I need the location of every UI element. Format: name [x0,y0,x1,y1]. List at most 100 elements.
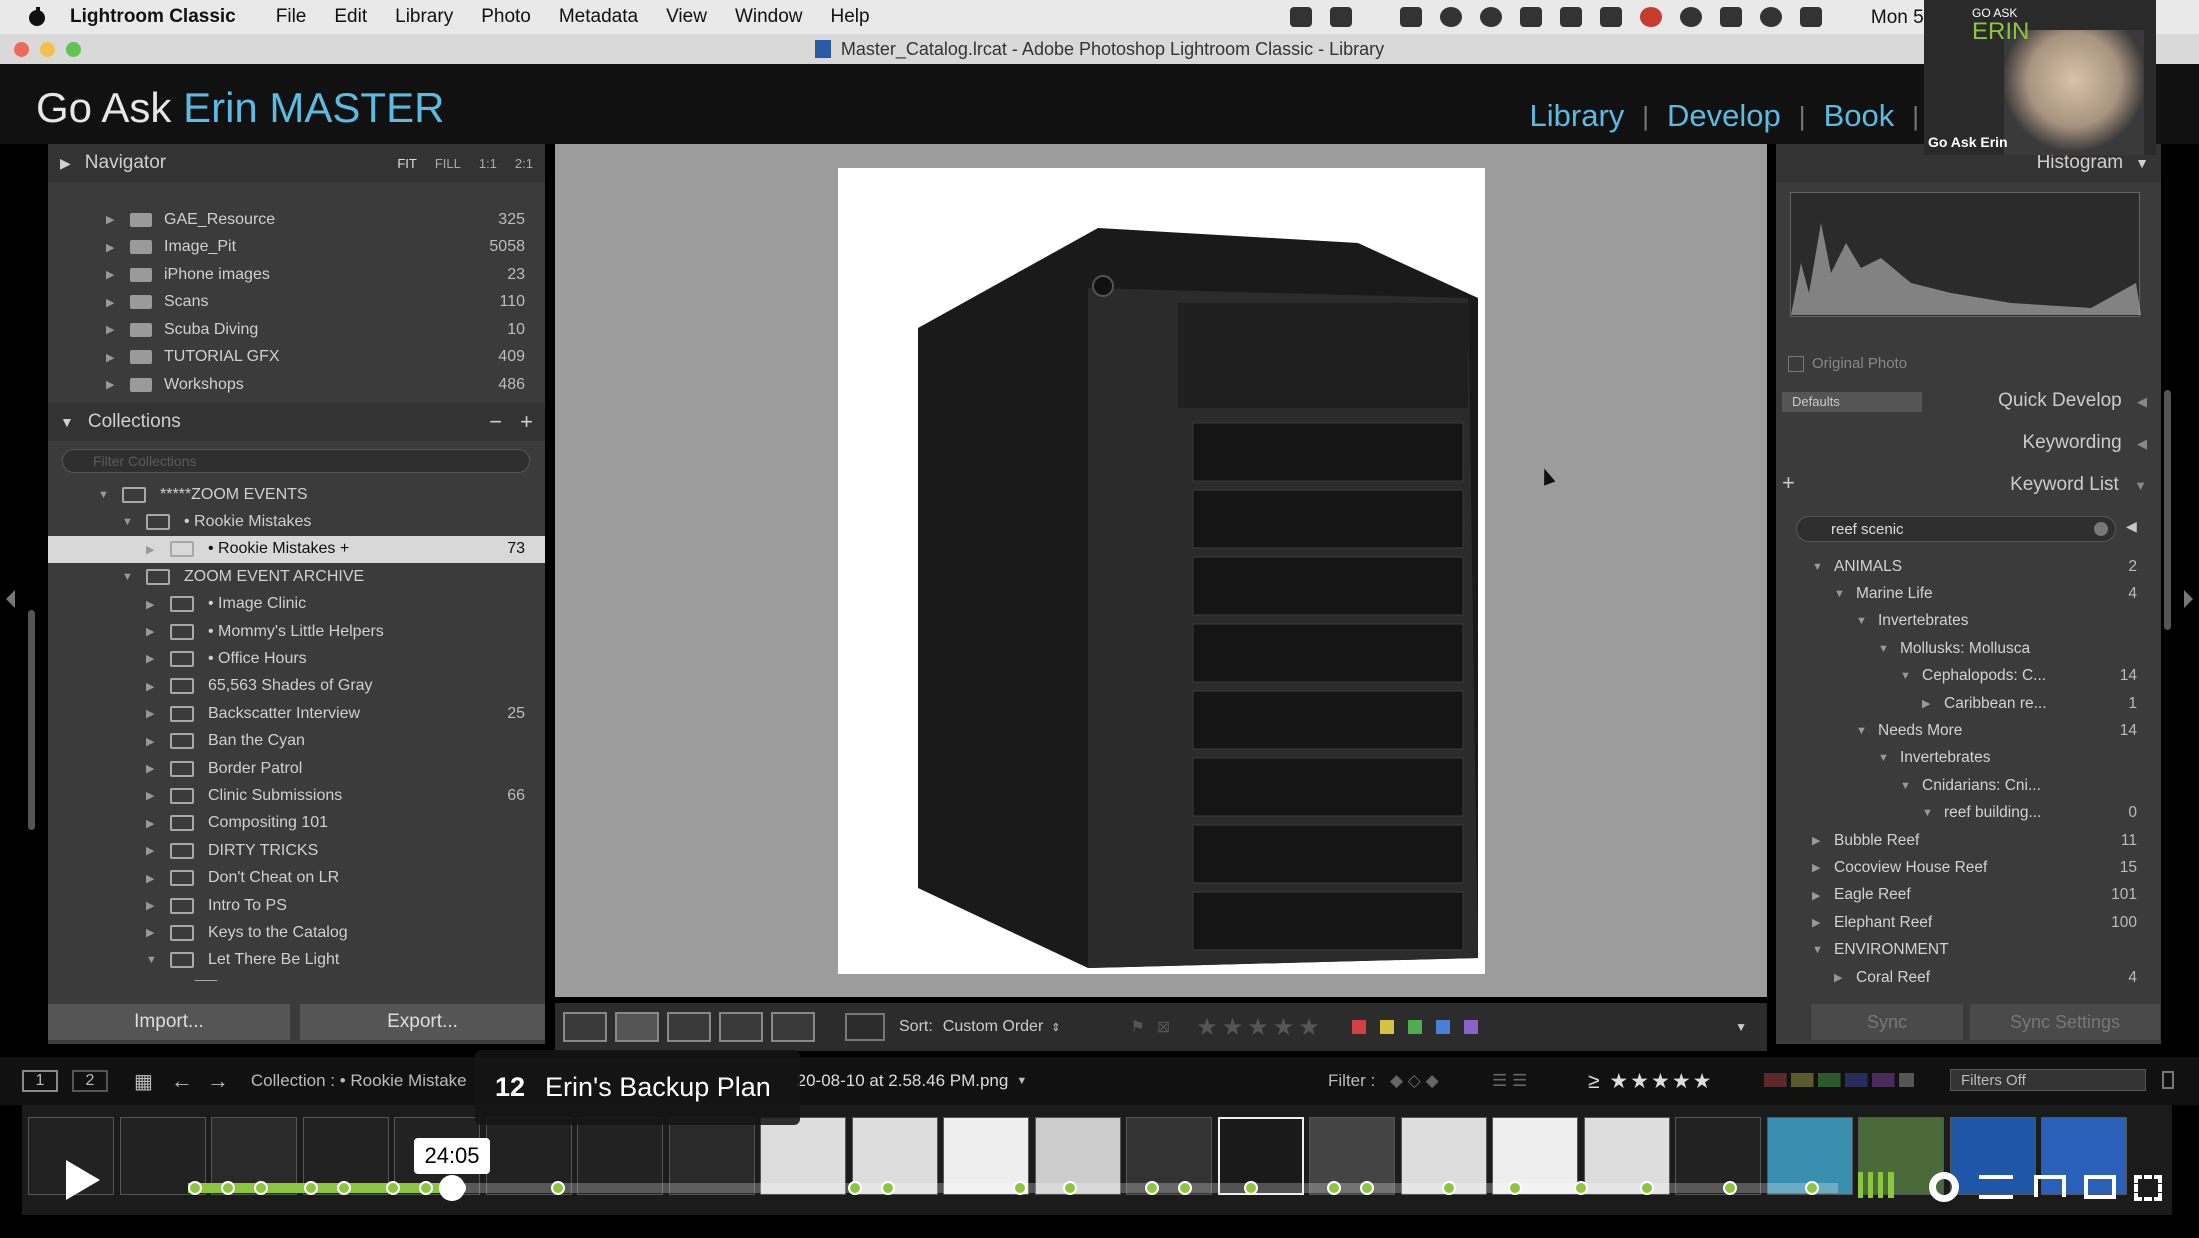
disclosure-triangle-icon[interactable]: ▼ [122,571,133,583]
filters-off-dropdown[interactable]: Filters Off [1950,1069,2146,1091]
disclosure-triangle-icon[interactable]: ▶ [1812,861,1820,874]
menu-metadata[interactable]: Metadata [559,6,638,28]
collection-row[interactable]: ▶ Don't Cheat on LR [48,865,545,892]
collection-row[interactable]: ▶ • Mommy's Little Helpers [48,618,545,645]
filename-chevron-icon[interactable]: ▼ [1016,1075,1027,1087]
folder-row[interactable]: ▶ Workshops 486 [48,371,545,398]
sort-dropdown[interactable]: Custom Order [943,1018,1043,1036]
disclosure-triangle-icon[interactable]: ▶ [106,296,114,309]
disclosure-triangle-icon[interactable]: ▼ [98,489,109,501]
disclosure-triangle-icon[interactable]: ▼ [1878,643,1889,655]
keyword-row[interactable]: ▶ Elephant Reef 100 [1776,909,2161,936]
forward-arrow-icon[interactable]: → [207,1068,229,1094]
disclosure-triangle-icon[interactable]: ▼ [1856,615,1867,627]
defaults-dropdown[interactable]: Defaults [1782,392,1922,412]
airplay-icon[interactable] [2034,1175,2066,1197]
disclosure-triangle-icon[interactable]: ▶ [146,598,154,611]
import-button[interactable]: Import... [48,1004,290,1040]
record-icon[interactable] [1640,7,1662,27]
chapter-marker[interactable] [1359,1181,1374,1195]
keyword-row[interactable]: ▼ Needs More 14 [1776,717,2161,744]
disclosure-triangle-icon[interactable]: ▼ [1900,780,1911,792]
menu-app-name[interactable]: Lightroom Classic [70,6,236,28]
folder-row[interactable]: ▶ GAE_Resource 325 [48,206,545,233]
module-library[interactable]: Library [1530,98,1625,134]
folder-row[interactable]: ▶ Scans 110 [48,289,545,316]
keyword-row[interactable]: ▶ Caribbean re... 1 [1776,690,2161,717]
disclosure-triangle-icon[interactable]: ▼ [1856,725,1867,737]
chapter-marker[interactable] [551,1181,565,1195]
disclosure-triangle-icon[interactable]: ▶ [146,872,154,885]
grid-icon[interactable]: ▦ [134,1069,153,1094]
screen-record-icon[interactable] [1400,7,1422,27]
zoom-2-1[interactable]: 2:1 [515,156,533,171]
chapter-marker[interactable] [1640,1181,1654,1195]
flag-filter-icons[interactable]: ◆ ◇ ◆ [1390,1071,1439,1091]
collection-row[interactable]: ▶ Clinic Submissions 66 [48,782,545,809]
collection-row[interactable]: ▼ ZOOM EVENT ARCHIVE [48,563,545,590]
disclosure-triangle-icon[interactable]: ▼ [1922,807,1933,819]
chapter-marker[interactable] [336,1181,351,1195]
disclosure-triangle-icon[interactable]: ▶ [146,899,154,912]
secondary-display-2-button[interactable]: 2 [72,1070,108,1092]
add-keyword-icon[interactable]: + [1782,470,1795,496]
add-collection-icon[interactable]: + [520,409,533,435]
fullscreen-icon[interactable] [2134,1175,2162,1201]
disclosure-triangle-icon[interactable]: ▼ [1812,944,1823,956]
menu-window[interactable]: Window [735,6,803,28]
folder-row[interactable]: ▶ iPhone images 23 [48,261,545,288]
wifi-icon[interactable] [1760,7,1782,27]
chapter-marker[interactable] [419,1181,433,1195]
collection-row-selected[interactable]: ▶ • Rookie Mistakes + 73 [48,535,545,563]
minimize-window-button[interactable] [40,42,55,57]
collection-row[interactable]: ▶ 65,563 Shades of Gray [48,673,545,700]
chapter-marker[interactable] [1326,1181,1341,1195]
rating-filter[interactable]: ≥ ★★★★★ [1588,1069,1714,1094]
chapter-marker[interactable] [221,1181,235,1195]
module-develop[interactable]: Develop [1667,98,1781,134]
collection-row[interactable]: ▶ Border Patrol [48,755,545,782]
chapter-marker[interactable] [1062,1181,1077,1195]
collection-row[interactable]: ▶ • Office Hours [48,645,545,672]
chapter-marker[interactable] [1145,1181,1159,1195]
apple-menu-icon[interactable] [26,6,48,28]
disclosure-triangle-icon[interactable]: ▶ [1812,834,1820,847]
chapter-marker[interactable] [303,1181,318,1195]
disclosure-triangle-icon[interactable]: ▶ [146,680,154,693]
menu-view[interactable]: View [666,6,707,28]
folder-row[interactable]: ▶ Scuba Diving 10 [48,316,545,343]
play-button[interactable] [66,1160,100,1200]
survey-view-button[interactable] [719,1012,763,1042]
main-photo[interactable] [838,168,1485,974]
bluetooth-app-icon[interactable] [1330,7,1352,27]
disclosure-triangle-icon[interactable]: ▶ [1922,697,1930,710]
color-label-red[interactable] [1351,1020,1366,1034]
forward-app-icon[interactable] [1600,7,1622,27]
folder-row[interactable]: ▶ TUTORIAL GFX 409 [48,344,545,371]
chapter-marker[interactable] [1508,1181,1522,1195]
export-button[interactable]: Export... [300,1004,545,1040]
left-scrollbar[interactable] [28,610,35,830]
color-label-green[interactable] [1407,1020,1422,1034]
keyword-row[interactable]: ▼ reef building... 0 [1776,800,2161,827]
disclosure-triangle-icon[interactable]: ▶ [146,762,154,775]
keyword-row[interactable]: ▼ Mollusks: Mollusca [1776,635,2161,662]
disclosure-triangle-icon[interactable]: ▶ [146,707,154,720]
filmstrip-filename[interactable]: 20-08-10 at 2.58.46 PM.png [797,1071,1009,1091]
histogram-graph[interactable] [1790,192,2141,317]
color-filter-swatches[interactable] [1764,1073,1914,1087]
dropbox-icon[interactable] [1290,7,1312,27]
creative-cloud-icon[interactable] [1440,7,1462,27]
close-window-button[interactable] [14,42,29,57]
volume-icon[interactable] [1800,7,1822,27]
chapter-marker[interactable] [1244,1181,1258,1195]
disclosure-triangle-icon[interactable]: ▶ [146,789,154,802]
original-photo-checkbox[interactable] [1788,356,1804,372]
chapter-marker[interactable] [1805,1181,1819,1195]
collection-row[interactable]: ▼ Let There Be Light [48,947,545,974]
collapse-minus-icon[interactable]: − [489,409,502,435]
disclosure-triangle-icon[interactable]: ▶ [1834,971,1842,983]
chapters-list-icon[interactable] [1979,1175,2013,1199]
filter-lock-icon[interactable] [2162,1071,2174,1089]
star-rating[interactable]: ★★★★★ [1196,1013,1324,1042]
